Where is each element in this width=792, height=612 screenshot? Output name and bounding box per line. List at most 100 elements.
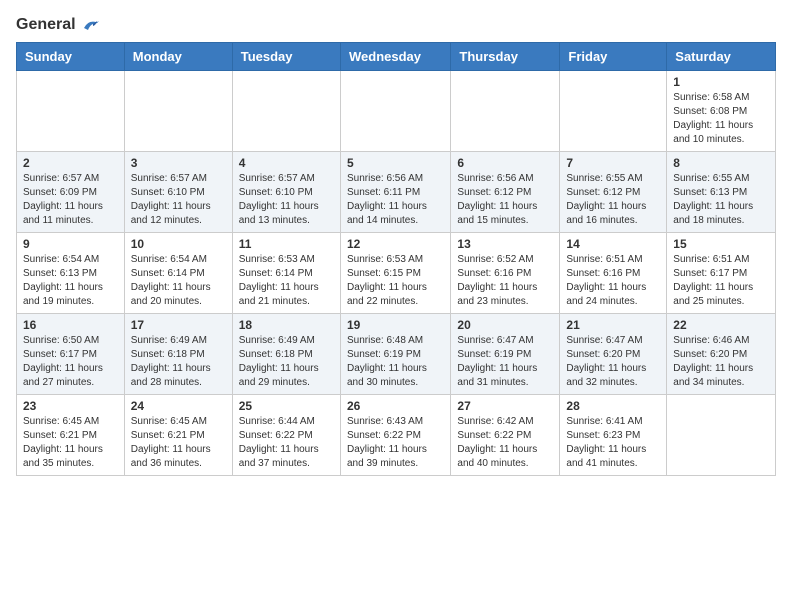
day-number: 2 [23,156,118,170]
calendar-day-28: 28 Sunrise: 6:41 AM Sunset: 6:23 PM Dayli… [560,394,667,475]
day-info: Sunrise: 6:57 AM Sunset: 6:09 PM Dayligh… [23,172,118,228]
day-number: 16 [23,318,118,332]
day-info: Sunrise: 6:41 AM Sunset: 6:23 PM Dayligh… [566,415,660,471]
day-info: Sunrise: 6:56 AM Sunset: 6:11 PM Dayligh… [347,172,444,228]
calendar-day-22: 22 Sunrise: 6:46 AM Sunset: 6:20 PM Dayli… [667,313,776,394]
day-info: Sunrise: 6:42 AM Sunset: 6:22 PM Dayligh… [457,415,553,471]
calendar-day-empty [667,394,776,475]
logo-general: General [16,16,100,34]
calendar-day-27: 27Sunrise: 6:42 AM Sunset: 6:22 PM Dayli… [451,394,560,475]
calendar-day-empty [340,70,450,151]
calendar-day-3: 3 Sunrise: 6:57 AM Sunset: 6:10 PM Daylig… [124,151,232,232]
day-number: 26 [347,399,444,413]
day-info: Sunrise: 6:54 AM Sunset: 6:14 PM Dayligh… [131,253,226,309]
day-info: Sunrise: 6:49 AM Sunset: 6:18 PM Dayligh… [239,334,334,390]
calendar-day-2: 2 Sunrise: 6:57 AM Sunset: 6:09 PM Daylig… [17,151,125,232]
weekday-header-wednesday: Wednesday [340,42,450,70]
day-info: Sunrise: 6:53 AM Sunset: 6:14 PM Dayligh… [239,253,334,309]
day-number: 3 [131,156,226,170]
calendar-day-9: 9 Sunrise: 6:54 AM Sunset: 6:13 PM Daylig… [17,232,125,313]
calendar-day-5: 5 Sunrise: 6:56 AM Sunset: 6:11 PM Daylig… [340,151,450,232]
weekday-header-saturday: Saturday [667,42,776,70]
day-info: Sunrise: 6:47 AM Sunset: 6:20 PM Dayligh… [566,334,660,390]
day-number: 1 [673,75,769,89]
calendar-body: 1 Sunrise: 6:58 AM Sunset: 6:08 PM Daylig… [17,70,776,475]
weekday-header-monday: Monday [124,42,232,70]
weekday-header-friday: Friday [560,42,667,70]
weekday-header-tuesday: Tuesday [232,42,340,70]
calendar-day-26: 26 Sunrise: 6:43 AM Sunset: 6:22 PM Dayli… [340,394,450,475]
logo: General [16,16,100,34]
day-info: Sunrise: 6:45 AM Sunset: 6:21 PM Dayligh… [131,415,226,471]
day-number: 5 [347,156,444,170]
day-number: 19 [347,318,444,332]
day-number: 21 [566,318,660,332]
calendar-day-10: 10 Sunrise: 6:54 AM Sunset: 6:14 PM Dayli… [124,232,232,313]
calendar-day-11: 11 Sunrise: 6:53 AM Sunset: 6:14 PM Dayli… [232,232,340,313]
day-info: Sunrise: 6:57 AM Sunset: 6:10 PM Dayligh… [131,172,226,228]
calendar-day-6: 6 Sunrise: 6:56 AM Sunset: 6:12 PM Daylig… [451,151,560,232]
day-info: Sunrise: 6:55 AM Sunset: 6:13 PM Dayligh… [673,172,769,228]
day-number: 23 [23,399,118,413]
day-info: Sunrise: 6:43 AM Sunset: 6:22 PM Dayligh… [347,415,444,471]
calendar-day-25: 25 Sunrise: 6:44 AM Sunset: 6:22 PM Dayli… [232,394,340,475]
calendar-day-1: 1 Sunrise: 6:58 AM Sunset: 6:08 PM Daylig… [667,70,776,151]
day-number: 6 [457,156,553,170]
calendar-day-12: 12Sunrise: 6:53 AM Sunset: 6:15 PM Dayli… [340,232,450,313]
day-info: Sunrise: 6:45 AM Sunset: 6:21 PM Dayligh… [23,415,118,471]
day-info: Sunrise: 6:50 AM Sunset: 6:17 PM Dayligh… [23,334,118,390]
calendar-day-4: 4Sunrise: 6:57 AM Sunset: 6:10 PM Daylig… [232,151,340,232]
calendar-day-empty [451,70,560,151]
day-number: 28 [566,399,660,413]
logo-bird-icon [82,18,100,32]
day-info: Sunrise: 6:54 AM Sunset: 6:13 PM Dayligh… [23,253,118,309]
calendar-day-20: 20 Sunrise: 6:47 AM Sunset: 6:19 PM Dayli… [451,313,560,394]
day-number: 7 [566,156,660,170]
day-number: 24 [131,399,226,413]
day-info: Sunrise: 6:52 AM Sunset: 6:16 PM Dayligh… [457,253,553,309]
day-info: Sunrise: 6:44 AM Sunset: 6:22 PM Dayligh… [239,415,334,471]
day-number: 13 [457,237,553,251]
day-info: Sunrise: 6:55 AM Sunset: 6:12 PM Dayligh… [566,172,660,228]
day-info: Sunrise: 6:58 AM Sunset: 6:08 PM Dayligh… [673,91,769,147]
day-number: 15 [673,237,769,251]
day-info: Sunrise: 6:46 AM Sunset: 6:20 PM Dayligh… [673,334,769,390]
calendar-day-empty [232,70,340,151]
calendar-day-15: 15 Sunrise: 6:51 AM Sunset: 6:17 PM Dayli… [667,232,776,313]
day-number: 22 [673,318,769,332]
day-number: 10 [131,237,226,251]
day-number: 17 [131,318,226,332]
day-info: Sunrise: 6:57 AM Sunset: 6:10 PM Dayligh… [239,172,334,228]
weekday-header-sunday: Sunday [17,42,125,70]
day-info: Sunrise: 6:56 AM Sunset: 6:12 PM Dayligh… [457,172,553,228]
day-number: 25 [239,399,334,413]
calendar-week-row: 16 Sunrise: 6:50 AM Sunset: 6:17 PM Dayli… [17,313,776,394]
calendar-day-8: 8 Sunrise: 6:55 AM Sunset: 6:13 PM Daylig… [667,151,776,232]
calendar-day-24: 24 Sunrise: 6:45 AM Sunset: 6:21 PM Dayli… [124,394,232,475]
calendar-week-row: 9 Sunrise: 6:54 AM Sunset: 6:13 PM Daylig… [17,232,776,313]
calendar-day-13: 13 Sunrise: 6:52 AM Sunset: 6:16 PM Dayli… [451,232,560,313]
day-number: 14 [566,237,660,251]
day-info: Sunrise: 6:48 AM Sunset: 6:19 PM Dayligh… [347,334,444,390]
calendar-day-empty [124,70,232,151]
day-number: 9 [23,237,118,251]
calendar-header-row: SundayMondayTuesdayWednesdayThursdayFrid… [17,42,776,70]
day-info: Sunrise: 6:51 AM Sunset: 6:16 PM Dayligh… [566,253,660,309]
day-number: 11 [239,237,334,251]
calendar-week-row: 1 Sunrise: 6:58 AM Sunset: 6:08 PM Daylig… [17,70,776,151]
calendar-week-row: 2 Sunrise: 6:57 AM Sunset: 6:09 PM Daylig… [17,151,776,232]
day-info: Sunrise: 6:49 AM Sunset: 6:18 PM Dayligh… [131,334,226,390]
calendar-day-21: 21 Sunrise: 6:47 AM Sunset: 6:20 PM Dayli… [560,313,667,394]
day-number: 8 [673,156,769,170]
day-number: 12 [347,237,444,251]
calendar-week-row: 23 Sunrise: 6:45 AM Sunset: 6:21 PM Dayli… [17,394,776,475]
calendar-day-empty [560,70,667,151]
calendar-day-16: 16 Sunrise: 6:50 AM Sunset: 6:17 PM Dayli… [17,313,125,394]
day-number: 20 [457,318,553,332]
calendar-day-17: 17 Sunrise: 6:49 AM Sunset: 6:18 PM Dayli… [124,313,232,394]
day-info: Sunrise: 6:47 AM Sunset: 6:19 PM Dayligh… [457,334,553,390]
calendar-day-19: 19 Sunrise: 6:48 AM Sunset: 6:19 PM Dayli… [340,313,450,394]
day-number: 18 [239,318,334,332]
calendar-day-empty [17,70,125,151]
day-info: Sunrise: 6:51 AM Sunset: 6:17 PM Dayligh… [673,253,769,309]
